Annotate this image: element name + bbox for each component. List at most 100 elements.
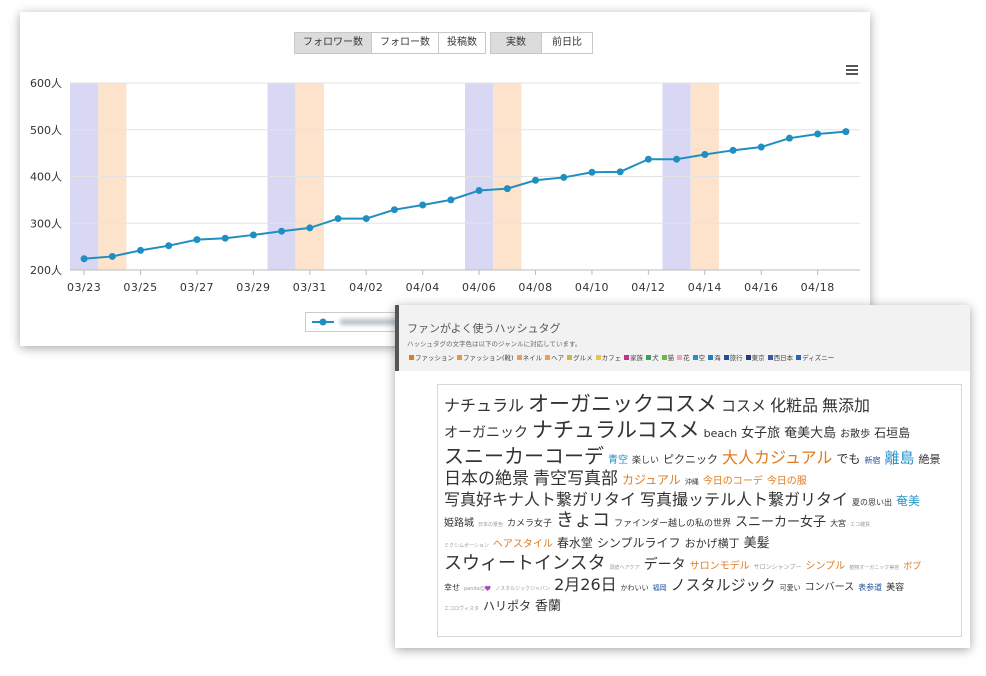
hashtag-item[interactable]: オーガニックコスメ (528, 391, 717, 417)
hashtag-item[interactable]: コンバース (805, 582, 855, 595)
hashtag-item[interactable]: ナチュラル (444, 396, 524, 416)
x-tick-label: 03/27 (180, 281, 214, 294)
hashtag-item[interactable]: ヘアスタイル (493, 539, 553, 552)
hashtag-row: 幸せ panda😊💜 ノスタルジックジャパン 2月26日 かわいい 福岡 ノスタルジック 可愛… (444, 575, 955, 595)
followers-tab-button[interactable]: フォロワー数 (294, 32, 372, 54)
x-tick-label: 04/10 (575, 281, 609, 294)
chart-legend[interactable] (305, 312, 405, 332)
hashtag-item[interactable]: オーガニック (444, 425, 528, 443)
hashtag-item[interactable]: エコロヴィスタ (444, 606, 479, 612)
hashtag-item[interactable]: 春水堂 (557, 536, 593, 551)
hashtag-item[interactable]: ノスタルジックジャパン (495, 586, 550, 592)
hashtag-item[interactable]: 奄美大島 (784, 426, 836, 442)
genre-legend-item: ディズニー (796, 352, 834, 362)
hashtag-item[interactable]: 青空 (608, 455, 628, 468)
genre-legend-item: ファッション(靴) (457, 352, 514, 362)
hashtag-item[interactable]: 福岡 (653, 584, 667, 593)
hashtag-item[interactable]: 夏の思い出 (852, 498, 892, 508)
hashtag-item[interactable]: スウィートインスタ (444, 553, 606, 576)
hashtag-item[interactable]: 大人カジュアル (722, 448, 832, 468)
follower-data-point (221, 234, 229, 242)
hashtag-item[interactable]: エコ雑貨 (850, 522, 870, 528)
genre-legend: ファッション ファッション(靴) ネイル ヘア グルメ カフェ 家族犬猫花空海旅行 東京 西日本… (409, 352, 837, 362)
hashtag-item[interactable]: 奄美 (896, 494, 920, 509)
hashtag-item[interactable]: 写真好キナ人ト繋ガリタイ (444, 490, 636, 510)
hashtag-item[interactable]: 石垣島 (874, 426, 910, 441)
hashtag-card: ファンがよく使うハッシュタグ ハッシュタグの文字色は以下のジャンルに対応していま… (395, 305, 970, 648)
hashtag-item[interactable]: おかげ横丁 (685, 537, 740, 551)
hashtag-item[interactable]: 離島 (884, 449, 914, 468)
hashtag-item[interactable]: 無添加 (822, 396, 870, 416)
hashtag-item[interactable]: ナチュラルコスメ (532, 417, 700, 443)
hashtag-item[interactable]: スニーカー女子 (735, 515, 826, 531)
hashtag-item[interactable]: 美髪 (744, 536, 770, 552)
hashtag-item[interactable]: 沖縄 (685, 478, 699, 487)
following-tab-button[interactable]: フォロー数 (372, 32, 439, 54)
hashtag-item[interactable]: ミクシムボーション (444, 543, 489, 549)
hashtag-item[interactable]: ボブ (903, 562, 921, 573)
hashtag-item[interactable]: 表参道 (858, 583, 882, 593)
genre-label: ネイル (522, 354, 543, 362)
x-tick-label: 03/25 (123, 281, 157, 294)
hashtag-item[interactable]: 香蘭 (535, 599, 561, 615)
follower-data-point (757, 143, 765, 151)
hashtag-item[interactable]: スニーカーコーデ (444, 444, 604, 469)
hashtag-item[interactable]: 今日のコーデ (703, 476, 763, 489)
hashtag-item[interactable]: 幸せ (444, 583, 460, 593)
genre-legend-item: ファッション (409, 352, 454, 362)
hashtag-item[interactable]: 化粧品 (770, 396, 818, 416)
hashtag-item[interactable]: カジュアル (622, 473, 681, 488)
hashtag-item[interactable]: カメラ女子 (507, 519, 552, 530)
hashtag-item[interactable]: 日本の絶景 (444, 469, 529, 490)
hashtag-item[interactable]: 楽しい (632, 456, 659, 467)
actual-value-button[interactable]: 実数 (490, 32, 542, 54)
hashtag-item[interactable]: 絶景 (918, 453, 940, 467)
hashtag-item[interactable]: 頭皮ヘアケア (610, 565, 640, 571)
hamburger-menu-icon[interactable] (846, 65, 858, 75)
hashtag-item[interactable]: 日本の景色 (478, 522, 503, 528)
hashtag-item[interactable]: コスメ (721, 397, 766, 416)
hashtag-item[interactable]: 女子旅 (741, 426, 780, 442)
hashtag-item[interactable]: かわいい (621, 584, 649, 593)
hashtag-item[interactable]: でも (836, 452, 860, 467)
hashtag-item[interactable]: 新宿 (864, 456, 880, 466)
hashtag-item[interactable]: 青空写真部 (533, 469, 618, 490)
hashtag-item[interactable]: panda😊💜 (464, 586, 491, 592)
day-over-day-button[interactable]: 前日比 (542, 32, 593, 54)
genre-color-swatch (457, 354, 462, 360)
hashtag-item[interactable]: ピクニック (663, 453, 718, 467)
hashtag-item[interactable]: データ (644, 557, 686, 575)
posts-tab-button[interactable]: 投稿数 (439, 32, 486, 54)
genre-label: 旅行 (729, 354, 743, 362)
hashtag-item[interactable]: シンプルライフ (597, 536, 681, 551)
hashtag-item[interactable]: beach (704, 427, 738, 441)
hashtag-item[interactable]: 姫路城 (444, 518, 474, 531)
hashtag-item[interactable]: 写真撮ッテル人ト繋ガリタイ (640, 490, 848, 510)
hashtag-item[interactable]: ハリポタ (483, 599, 531, 614)
hashtag-item[interactable]: サロンシャンプー (754, 564, 802, 572)
hashtag-item[interactable]: きょコ (556, 510, 610, 533)
genre-label: 海 (714, 354, 721, 362)
hashtag-item[interactable]: ノスタルジック (671, 576, 776, 595)
hashtag-item[interactable]: ファインダー越しの私の世界 (614, 519, 731, 530)
genre-legend-item: カフェ (595, 352, 621, 362)
genre-legend-item: 西日本 (767, 352, 793, 362)
hashtag-item[interactable]: 大宮 (830, 519, 846, 529)
hashtag-item[interactable]: お散歩 (840, 429, 870, 442)
hashtag-item[interactable]: サロンモデル (690, 561, 750, 574)
genre-label: ファッション (415, 354, 454, 362)
genre-label: 猫 (667, 354, 675, 362)
hashtag-item[interactable]: 植物オーガニック美容 (849, 565, 899, 571)
hashtag-item[interactable]: 2月26日 (554, 575, 617, 595)
hashtag-item[interactable]: 美容 (886, 583, 904, 594)
x-tick-label: 04/16 (744, 281, 778, 294)
hashtag-item[interactable]: 可愛い (780, 584, 801, 593)
hashtag-item[interactable]: 今日の服 (767, 476, 807, 489)
follower-data-point (616, 168, 624, 176)
hashtag-row: エコロヴィスタ ハリポタ 香蘭 (444, 595, 955, 615)
x-tick-label: 03/29 (236, 281, 270, 294)
hashtag-item[interactable]: シンプル (805, 561, 845, 574)
y-tick-label: 300人 (30, 217, 62, 230)
follower-data-point (137, 246, 145, 254)
hashtag-cloud: ナチュラル オーガニックコスメ コスメ 化粧品 無添加オーガニック ナチュラルコスメ bea… (437, 384, 962, 637)
